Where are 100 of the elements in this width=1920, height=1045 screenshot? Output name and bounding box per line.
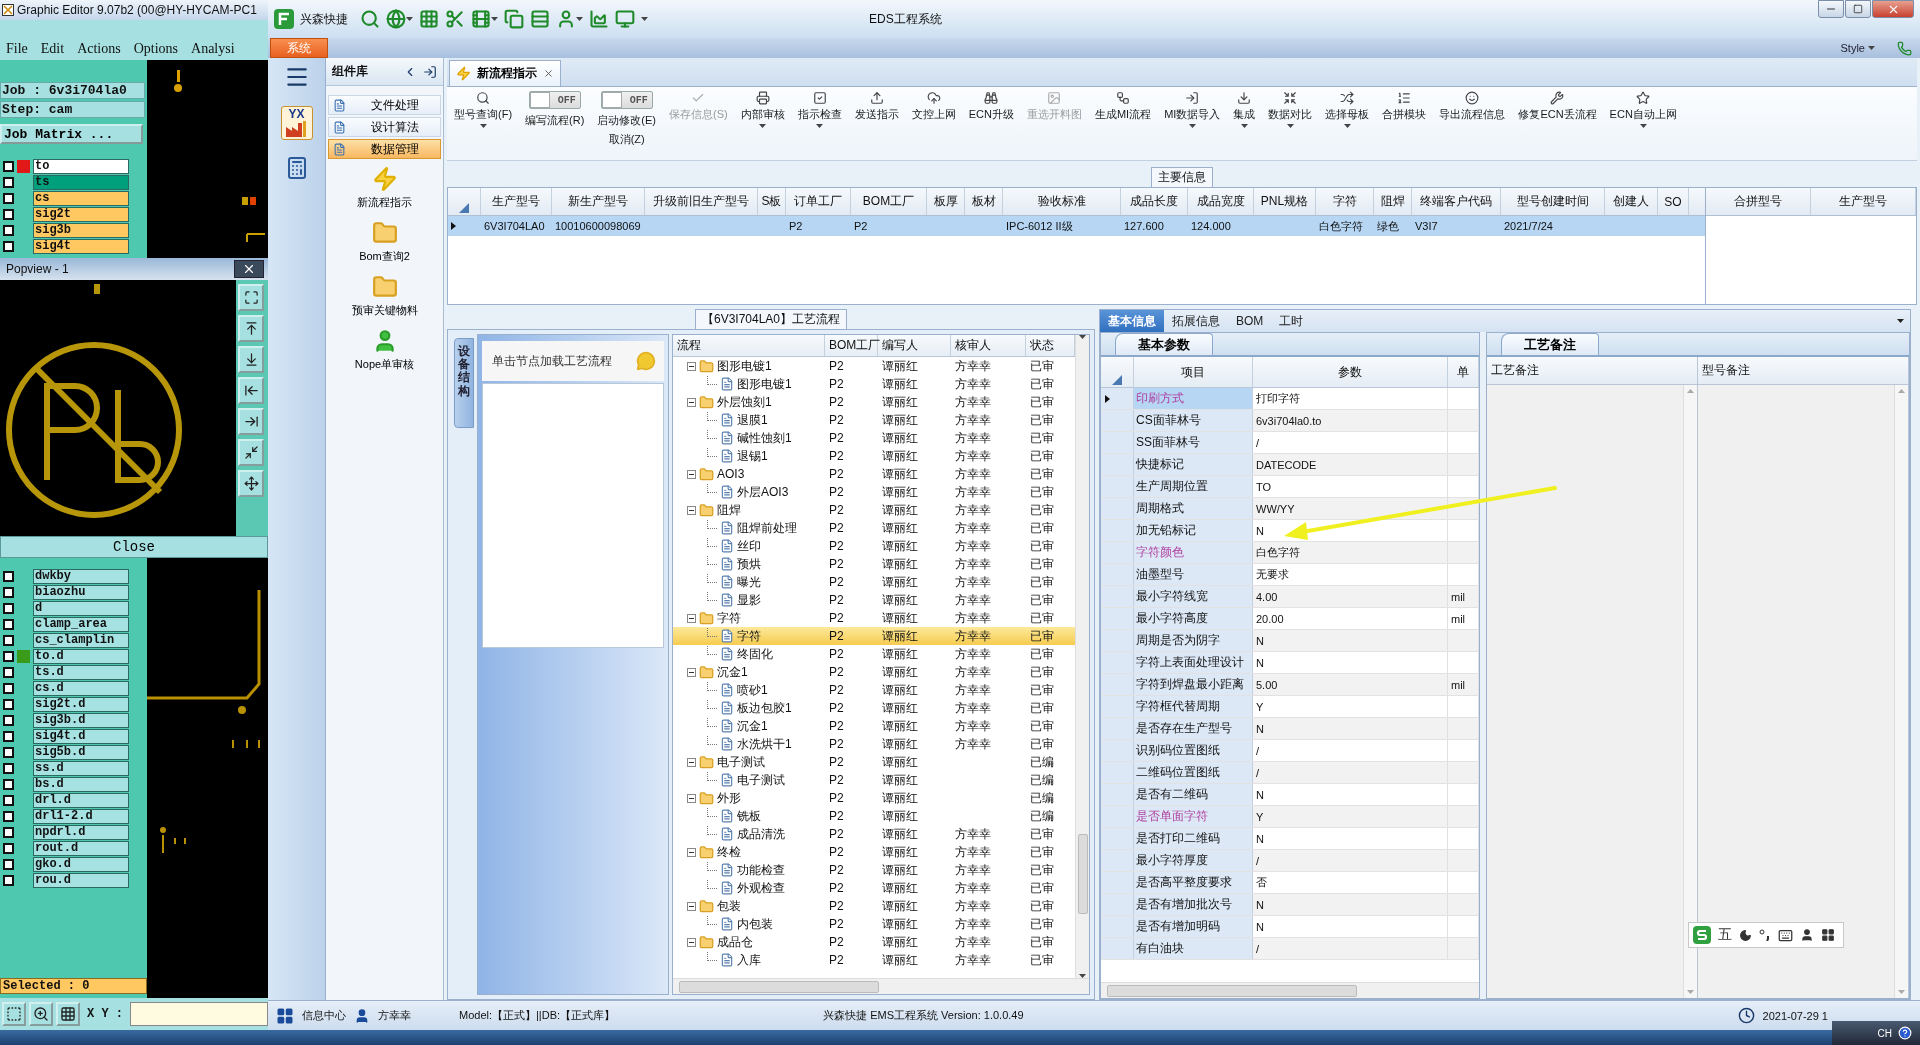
param-name: 字符到焊盘最小距离	[1134, 674, 1253, 695]
param-value: Y	[1256, 700, 1264, 713]
tree-node-label: 内包装	[737, 915, 773, 933]
tree-node-label: 图形电镀1	[737, 375, 792, 393]
param-name: 是否有增加明码	[1134, 916, 1253, 937]
table-cell: P2	[829, 413, 844, 427]
table-cell: V3I7	[1415, 220, 1438, 232]
table-cell: 方幸幸	[955, 826, 991, 841]
param-value: /	[1256, 854, 1260, 867]
table-cell: P2	[829, 377, 844, 391]
hint-text: 单击节点加载工艺流程	[492, 352, 612, 370]
user-name: 方幸幸	[378, 1008, 411, 1023]
table-cell: 已审	[1030, 718, 1054, 733]
table-cell: 已审	[1030, 862, 1054, 877]
tree-node-label: 终检	[717, 843, 741, 861]
param-name: 印刷方式	[1134, 388, 1253, 409]
table-cell: 谭丽红	[882, 610, 918, 625]
table-cell: 方幸幸	[955, 718, 991, 733]
table-cell: 方幸幸	[955, 610, 991, 625]
tree-node-label: 电子测试	[737, 771, 785, 789]
table-cell: IPC-6012 II级	[1006, 218, 1073, 234]
app-name: 兴森快捷	[300, 10, 348, 28]
table-cell: P2	[829, 935, 844, 949]
table-cell: 方幸幸	[955, 394, 991, 409]
param-value: DATECODE	[1256, 458, 1317, 471]
selected-count: Selected : 0	[0, 978, 147, 994]
table-cell: 已审	[1030, 376, 1054, 391]
popview-title: Popview - 1	[6, 262, 69, 276]
tree-node-label: 包装	[717, 897, 741, 915]
table-cell: 方幸幸	[955, 520, 991, 535]
table-cell: 方幸幸	[955, 574, 991, 589]
table-cell: P2	[829, 647, 844, 661]
table-cell: P2	[829, 593, 844, 607]
table-cell: 谭丽红	[882, 538, 918, 553]
table-cell: 谭丽红	[882, 682, 918, 697]
tree-node-label: 喷砂1	[737, 681, 768, 699]
table-cell: P2	[829, 899, 844, 913]
table-cell: P2	[829, 683, 844, 697]
table-cell: 谭丽红	[882, 466, 918, 481]
table-cell: P2	[829, 539, 844, 553]
table-cell: 谭丽红	[882, 484, 918, 499]
table-cell: 已审	[1030, 934, 1054, 949]
table-cell: 方幸幸	[955, 898, 991, 913]
group-title: 【6V3I704LA0】工艺流程	[694, 309, 848, 329]
table-cell: 方幸幸	[955, 376, 991, 391]
tree-node-label: 沉金1	[737, 717, 768, 735]
table-cell: 已审	[1030, 412, 1054, 427]
table-cell: P2	[829, 881, 844, 895]
table-cell: 已审	[1030, 358, 1054, 373]
table-cell: 谭丽红	[882, 592, 918, 607]
param-name: 加无铅标记	[1134, 520, 1253, 541]
table-cell: 已编	[1030, 808, 1054, 823]
param-value: N	[1256, 898, 1264, 911]
table-cell: 已审	[1030, 700, 1054, 715]
table-cell: 谭丽红	[882, 952, 918, 967]
table-cell: 方幸幸	[955, 538, 991, 553]
toggle-label: 编写流程(R)	[525, 113, 585, 128]
table-cell: P2	[829, 809, 844, 823]
table-cell: P2	[829, 953, 844, 967]
table-cell: 方幸幸	[955, 484, 991, 499]
table-cell: 已审	[1030, 826, 1054, 841]
tree-node-label: 终固化	[737, 645, 773, 663]
tree-node-label: 字符	[717, 609, 741, 627]
table-cell: 已审	[1030, 898, 1054, 913]
table-cell: 已编	[1030, 754, 1054, 769]
table-cell: P2	[829, 575, 844, 589]
param-value: N	[1256, 634, 1264, 647]
table-cell: P2	[829, 557, 844, 571]
param-value: /	[1256, 942, 1260, 955]
table-cell: P2	[829, 791, 844, 805]
table-cell: 谭丽红	[882, 574, 918, 589]
table-cell: 已审	[1030, 574, 1054, 589]
param-value: 4.00	[1256, 590, 1278, 603]
version-info: 兴森快捷 EMS工程系统 Version: 1.0.0.49	[823, 1008, 1024, 1023]
table-cell: 方幸幸	[955, 862, 991, 877]
table-cell: 方幸幸	[955, 682, 991, 697]
table-cell: 方幸幸	[955, 502, 991, 517]
table-cell: P2	[829, 503, 844, 517]
param-value: N	[1256, 920, 1264, 933]
param-name: SS面菲林号	[1134, 432, 1253, 453]
param-name: 识别码位置图纸	[1134, 740, 1253, 761]
param-value: 20.00	[1256, 612, 1284, 625]
xy-label: X Y :	[87, 1007, 123, 1021]
table-cell: P2	[789, 220, 803, 232]
table-cell: 已审	[1030, 880, 1054, 895]
param-name: 是否打印二维码	[1134, 828, 1253, 849]
table-cell: 谭丽红	[882, 754, 918, 769]
table-cell: 已编	[1030, 772, 1054, 787]
param-name: 字符框代替周期	[1134, 696, 1253, 717]
table-cell: 已审	[1030, 646, 1054, 661]
tree-node-label: 外层AOI3	[737, 483, 789, 501]
table-cell: 已审	[1030, 448, 1054, 463]
param-name: CS面菲林号	[1134, 410, 1253, 431]
tree-node-label: 板边包胶1	[737, 699, 792, 717]
table-cell: P2	[829, 755, 844, 769]
panel-title: 组件库	[332, 63, 368, 80]
table-cell: P2	[829, 467, 844, 481]
table-cell: 已审	[1030, 916, 1054, 931]
table-cell: 方幸幸	[955, 646, 991, 661]
table-cell: P2	[829, 485, 844, 499]
